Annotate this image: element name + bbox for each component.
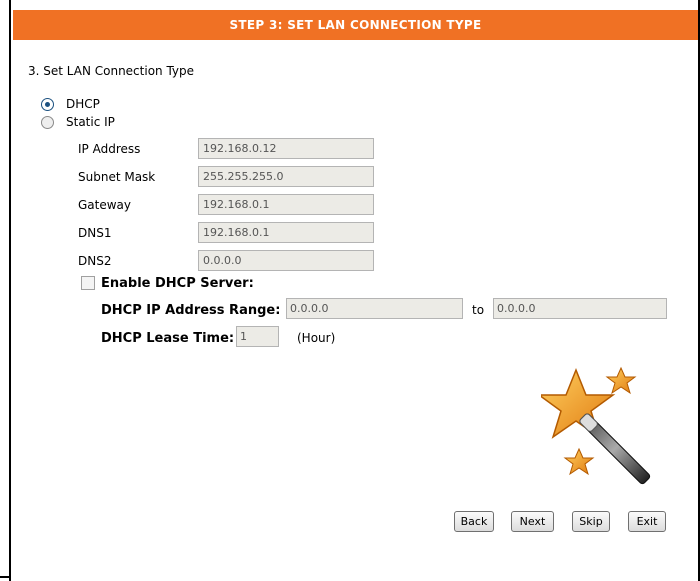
ip-address-field[interactable]: 192.168.0.12 [198, 138, 374, 159]
enable-dhcp-label: Enable DHCP Server: [101, 276, 254, 291]
dhcp-lease-label: DHCP Lease Time: [101, 331, 235, 346]
big-star-icon [541, 367, 616, 439]
dns2-label: DNS2 [78, 254, 112, 268]
dhcp-range-to-label: to [472, 303, 485, 317]
subnet-mask-label: Subnet Mask [78, 170, 156, 184]
dns1-field[interactable]: 192.168.0.1 [198, 222, 374, 243]
bottom-edge-mark [0, 576, 9, 578]
small-star-icon [605, 366, 637, 395]
radio-static-ip-label: Static IP [66, 115, 115, 129]
gateway-label: Gateway [78, 198, 132, 212]
exit-button[interactable]: Exit [628, 511, 666, 532]
step-header: STEP 3: SET LAN CONNECTION TYPE [13, 10, 698, 40]
radio-option-static-ip[interactable]: Static IP [41, 115, 115, 129]
skip-button[interactable]: Skip [572, 511, 610, 532]
dhcp-range-start-field[interactable]: 0.0.0.0 [286, 298, 463, 319]
magic-wand-stars-icon [541, 366, 651, 485]
radio-dhcp-label: DHCP [66, 97, 100, 111]
ip-address-label: IP Address [78, 142, 141, 156]
gateway-field[interactable]: 192.168.0.1 [198, 194, 374, 215]
back-button[interactable]: Back [454, 511, 494, 532]
radio-option-dhcp[interactable]: DHCP [41, 97, 100, 111]
dhcp-range-end-field[interactable]: 0.0.0.0 [493, 298, 667, 319]
wizard-frame: STEP 3: SET LAN CONNECTION TYPE 3. Set L… [9, 0, 700, 581]
enable-dhcp-checkbox[interactable] [81, 276, 95, 290]
next-button[interactable]: Next [511, 511, 554, 532]
dns2-field[interactable]: 0.0.0.0 [198, 250, 374, 271]
dns1-label: DNS1 [78, 226, 112, 240]
small-star-icon-2 [563, 447, 595, 476]
subnet-mask-field[interactable]: 255.255.255.0 [198, 166, 374, 187]
radio-static-ip[interactable] [41, 115, 54, 129]
section-title: 3. Set LAN Connection Type [28, 64, 195, 78]
dhcp-lease-unit: (Hour) [297, 331, 336, 345]
radio-dhcp[interactable] [41, 97, 54, 111]
dhcp-lease-field[interactable]: 1 [236, 326, 279, 347]
dhcp-range-label: DHCP IP Address Range: [101, 303, 281, 318]
